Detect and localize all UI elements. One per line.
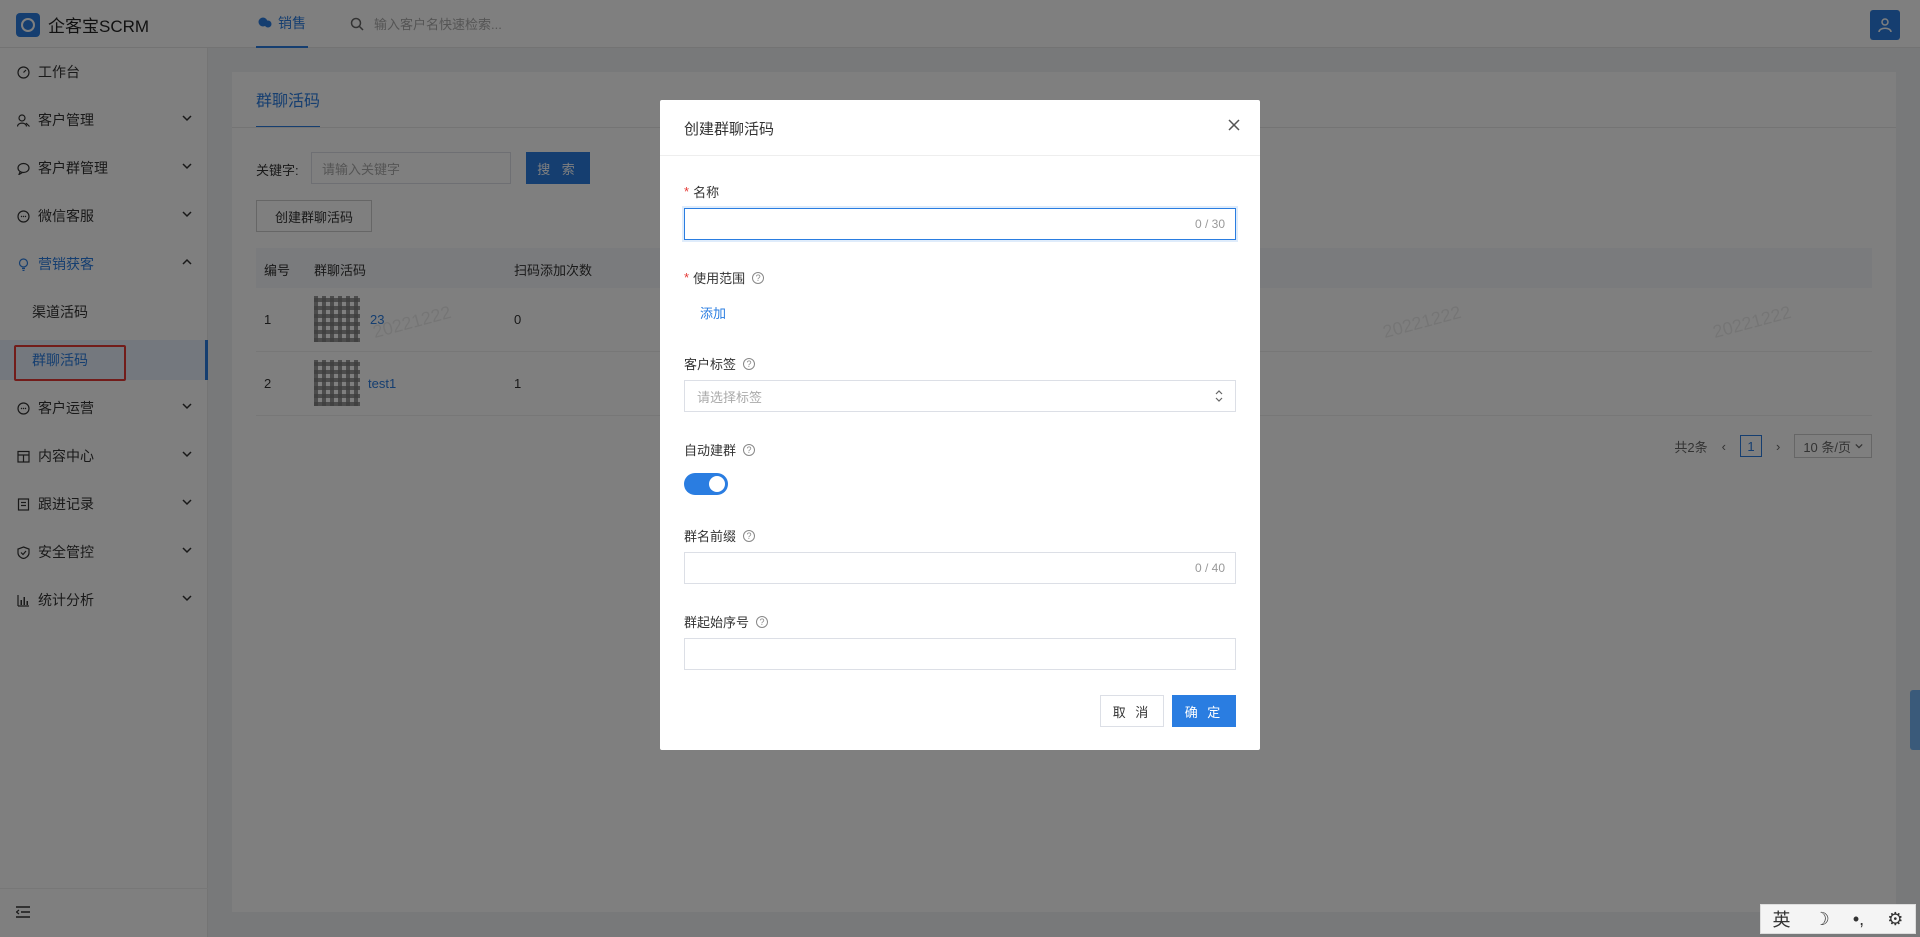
dialog-divider	[660, 155, 1260, 156]
side-panel-handle[interactable]	[1910, 690, 1920, 750]
scope-label: * 使用范围 ?	[684, 268, 765, 287]
label-text: 客户标签	[684, 357, 737, 372]
tag-label: 客户标签 ?	[684, 354, 756, 373]
tag-select[interactable]: 请选择标签	[684, 380, 1236, 412]
auto-group-toggle[interactable]	[684, 473, 728, 495]
add-scope-link[interactable]: 添加	[700, 303, 726, 322]
help-icon[interactable]: ?	[743, 529, 756, 542]
label-text: 自动建群	[684, 443, 737, 458]
char-counter: 0 / 30	[1194, 217, 1225, 231]
prefix-label: 群名前缀 ?	[684, 526, 756, 545]
char-counter: 0 / 40	[1194, 561, 1225, 575]
label-text: 群起始序号	[684, 615, 750, 630]
punctuation-icon[interactable]: •,	[1853, 909, 1864, 930]
ime-lang-toggle[interactable]: 英	[1773, 906, 1791, 932]
tag-placeholder: 请选择标签	[697, 389, 763, 405]
ime-toolbar: 英 ☽ •, ⚙	[1760, 904, 1916, 934]
moon-icon[interactable]: ☽	[1814, 909, 1830, 930]
required-mark: *	[684, 184, 690, 199]
sort-icon	[1215, 390, 1223, 402]
auto-group-label: 自动建群 ?	[684, 440, 756, 459]
start-number-input[interactable]	[684, 638, 1236, 670]
help-icon[interactable]: ?	[743, 357, 756, 370]
prefix-input[interactable]: 0 / 40	[684, 552, 1236, 584]
name-input[interactable]: 0 / 30	[684, 208, 1236, 240]
help-icon[interactable]: ?	[752, 271, 765, 284]
help-icon[interactable]: ?	[743, 443, 756, 456]
label-text: 群名前缀	[684, 529, 737, 544]
help-icon[interactable]: ?	[756, 615, 769, 628]
name-label: * 名称	[684, 182, 719, 201]
close-icon[interactable]	[1228, 118, 1240, 134]
toggle-knob	[709, 476, 725, 492]
label-text: 使用范围	[693, 271, 746, 286]
label-text: 名称	[693, 185, 720, 200]
required-mark: *	[684, 270, 690, 285]
gear-icon[interactable]: ⚙	[1887, 909, 1903, 930]
start-number-label: 群起始序号 ?	[684, 612, 769, 631]
cancel-button[interactable]: 取 消	[1100, 695, 1164, 727]
dialog-title: 创建群聊活码	[684, 121, 775, 138]
create-group-code-dialog: 创建群聊活码 * 名称 0 / 30 * 使用范围 ? 添加 客户标签 ? 请选…	[660, 100, 1260, 750]
confirm-button[interactable]: 确 定	[1172, 695, 1236, 727]
